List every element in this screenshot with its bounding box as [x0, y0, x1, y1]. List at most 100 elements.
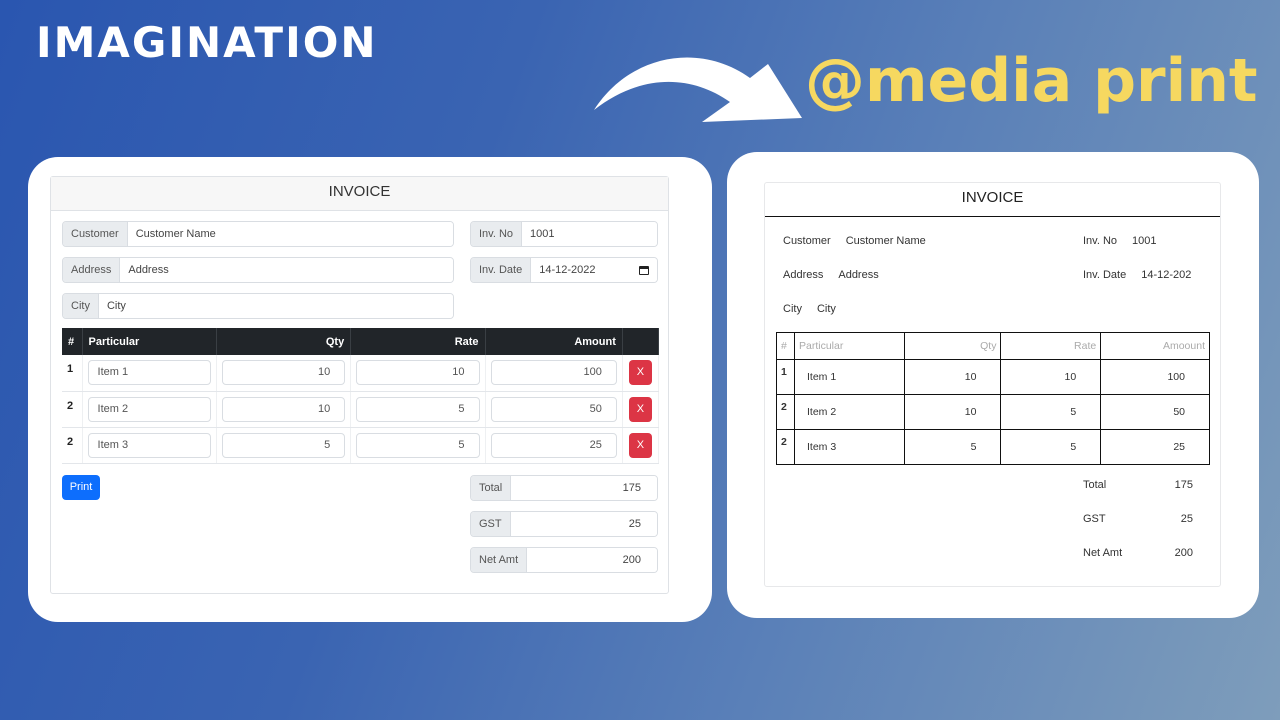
print-rate: 5 — [1000, 429, 1102, 465]
print-table-row: 2 Item 2 10 5 50 — [776, 394, 1210, 430]
print-inv-no-value: 1001 — [1132, 235, 1157, 247]
print-total-value: 175 — [1174, 479, 1193, 491]
col-actions — [622, 328, 660, 355]
total-field[interactable]: Total 175 — [470, 475, 658, 501]
row-num: 2 — [62, 391, 83, 428]
qty-input[interactable]: 5 — [221, 432, 346, 458]
print-invoice: INVOICE Customer Customer Name Address A… — [764, 182, 1221, 587]
customer-input[interactable]: Customer Name — [127, 222, 453, 246]
print-row-num: 1 — [776, 359, 795, 395]
address-input[interactable]: Address — [120, 258, 453, 282]
calendar-icon[interactable] — [639, 265, 649, 275]
items-table: # Particular Qty Rate Amount 1 Item 1 10… — [62, 328, 660, 464]
print-table-row: 2 Item 3 5 5 25 — [776, 429, 1210, 465]
col-num: # — [62, 328, 83, 355]
customer-field[interactable]: Customer Customer Name — [62, 221, 454, 247]
print-rate: 5 — [1000, 394, 1102, 430]
particular-input[interactable]: Item 3 — [87, 432, 211, 458]
print-net-amt-row: Net Amt 200 — [1083, 547, 1193, 559]
print-address-label: Address — [783, 269, 824, 281]
col-rate: Rate — [350, 328, 486, 355]
delete-row-button[interactable]: X — [628, 360, 652, 386]
print-amount: 100 — [1100, 359, 1210, 395]
print-gst-value: 25 — [1180, 513, 1193, 525]
print-net-amt-value: 200 — [1174, 547, 1193, 559]
net-amt-field[interactable]: Net Amt 200 — [470, 547, 658, 573]
print-gst-row: GST 25 — [1083, 513, 1193, 525]
print-row-num: 2 — [776, 394, 795, 430]
print-qty: 10 — [903, 394, 1002, 430]
print-qty: 5 — [903, 429, 1002, 465]
print-customer-value: Customer Name — [845, 235, 926, 247]
print-col-qty: Qty — [903, 332, 1002, 360]
city-field[interactable]: City City — [62, 293, 454, 319]
inv-date-value: 14-12-2022 — [539, 264, 596, 276]
print-items-table: # Particular Qty Rate Amoount 1 Item 1 1… — [776, 332, 1210, 465]
city-input[interactable]: City — [98, 294, 453, 318]
print-customer-label: Customer — [783, 235, 831, 247]
print-col-rate: Rate — [1000, 332, 1102, 360]
inv-date-label: Inv. Date — [471, 258, 532, 282]
invoice-title: INVOICE — [51, 177, 668, 211]
gst-label: GST — [471, 512, 511, 536]
inv-date-input[interactable]: 14-12-2022 — [531, 258, 657, 282]
table-row: 2 Item 3 5 5 25 X — [62, 427, 660, 464]
print-row-num: 2 — [776, 429, 795, 465]
table-row: 2 Item 2 10 5 50 X — [62, 391, 660, 428]
delete-row-button[interactable]: X — [628, 432, 652, 458]
print-col-num: # — [776, 332, 795, 360]
delete-row-button[interactable]: X — [628, 396, 652, 422]
print-invoice-title: INVOICE — [765, 183, 1220, 217]
print-city-value: City — [816, 303, 836, 315]
city-label: City — [63, 294, 99, 318]
print-table-header-row: # Particular Qty Rate Amoount — [776, 332, 1210, 360]
print-city-label: City — [783, 303, 802, 315]
amount-input[interactable]: 100 — [490, 360, 617, 386]
row-num: 1 — [62, 355, 83, 392]
print-customer-row: Customer Customer Name — [783, 235, 926, 247]
curved-arrow-icon — [594, 57, 802, 123]
amount-input[interactable]: 50 — [490, 396, 617, 422]
print-particular: Item 2 — [793, 394, 905, 430]
print-qty: 10 — [903, 359, 1002, 395]
print-inv-date-value: 14-12-202 — [1141, 269, 1192, 281]
address-label: Address — [63, 258, 121, 282]
print-col-particular: Particular — [793, 332, 905, 360]
total-input[interactable]: 175 — [511, 476, 657, 500]
print-net-amt-label: Net Amt — [1083, 547, 1123, 559]
address-field[interactable]: Address Address — [62, 257, 454, 283]
qty-input[interactable]: 10 — [221, 360, 346, 386]
col-amount: Amount — [485, 328, 623, 355]
print-table-row: 1 Item 1 10 10 100 — [776, 359, 1210, 395]
print-inv-date-row: Inv. Date 14-12-202 — [1083, 269, 1191, 281]
print-rate: 10 — [1000, 359, 1102, 395]
print-amount: 50 — [1100, 394, 1210, 430]
rate-input[interactable]: 5 — [356, 396, 480, 422]
print-address-value: Address — [838, 269, 879, 281]
qty-input[interactable]: 10 — [221, 396, 346, 422]
inv-date-field[interactable]: Inv. Date 14-12-2022 — [470, 257, 658, 283]
inv-no-input[interactable]: 1001 — [522, 222, 657, 246]
rate-input[interactable]: 5 — [356, 432, 480, 458]
media-print-title: @media print — [805, 46, 1258, 116]
amount-input[interactable]: 25 — [490, 432, 617, 458]
print-amount: 25 — [1100, 429, 1210, 465]
particular-input[interactable]: Item 2 — [87, 396, 211, 422]
col-particular: Particular — [82, 328, 217, 355]
table-row: 1 Item 1 10 10 100 X — [62, 355, 660, 392]
print-particular: Item 3 — [793, 429, 905, 465]
invoice-form: INVOICE Customer Customer Name Address A… — [50, 176, 669, 594]
print-city-row: City City — [783, 303, 836, 315]
net-amt-input[interactable]: 200 — [527, 548, 657, 572]
gst-field[interactable]: GST 25 — [470, 511, 658, 537]
print-total-row: Total 175 — [1083, 479, 1193, 491]
rate-input[interactable]: 10 — [356, 360, 480, 386]
print-col-amount: Amoount — [1100, 332, 1210, 360]
print-inv-no-row: Inv. No 1001 — [1083, 235, 1157, 247]
particular-input[interactable]: Item 1 — [87, 360, 211, 386]
print-button[interactable]: Print — [62, 475, 100, 500]
print-inv-no-label: Inv. No — [1083, 235, 1118, 247]
inv-no-field[interactable]: Inv. No 1001 — [470, 221, 658, 247]
gst-input[interactable]: 25 — [510, 512, 657, 536]
inv-no-label: Inv. No — [471, 222, 523, 246]
